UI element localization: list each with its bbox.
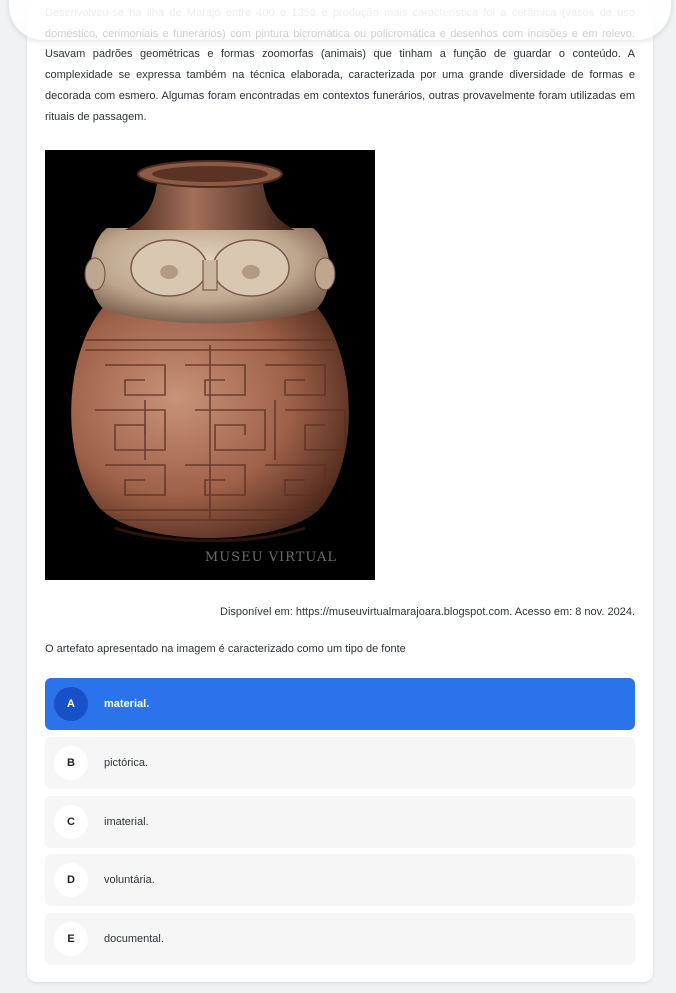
option-text: imaterial. xyxy=(104,816,149,828)
passage-line: doméstico, cerimoniais e funerários) com… xyxy=(45,27,598,40)
option-c[interactable]: C imaterial. xyxy=(45,796,635,848)
option-d[interactable]: D voluntária. xyxy=(45,854,635,906)
image-source-citation: Disponível em: https://museuvirtualmaraj… xyxy=(220,606,635,618)
question-passage: Desenvolveu-se na ilha de Marajó entre 4… xyxy=(45,3,635,127)
image-watermark: MUSEU VIRTUAL xyxy=(205,550,337,565)
option-text: documental. xyxy=(104,933,164,945)
passage-line: Desenvolveu-se na ilha de Marajó entre 4… xyxy=(45,7,635,19)
marajoara-vase-image: MUSEU VIRTUAL xyxy=(45,150,375,580)
option-letter-badge: A xyxy=(54,687,88,721)
option-e[interactable]: E documental. xyxy=(45,913,635,965)
option-b[interactable]: B pictórica. xyxy=(45,737,635,789)
option-text: voluntária. xyxy=(104,874,155,886)
option-letter-badge: B xyxy=(54,746,88,780)
option-letter-badge: D xyxy=(54,863,88,897)
option-text: pictórica. xyxy=(104,757,149,769)
option-a[interactable]: A material. xyxy=(45,678,635,730)
question-stem: O artefato apresentado na imagem é carac… xyxy=(45,643,406,655)
option-text: material. xyxy=(104,698,150,710)
option-letter-badge: E xyxy=(54,922,88,956)
option-letter-badge: C xyxy=(54,805,88,839)
